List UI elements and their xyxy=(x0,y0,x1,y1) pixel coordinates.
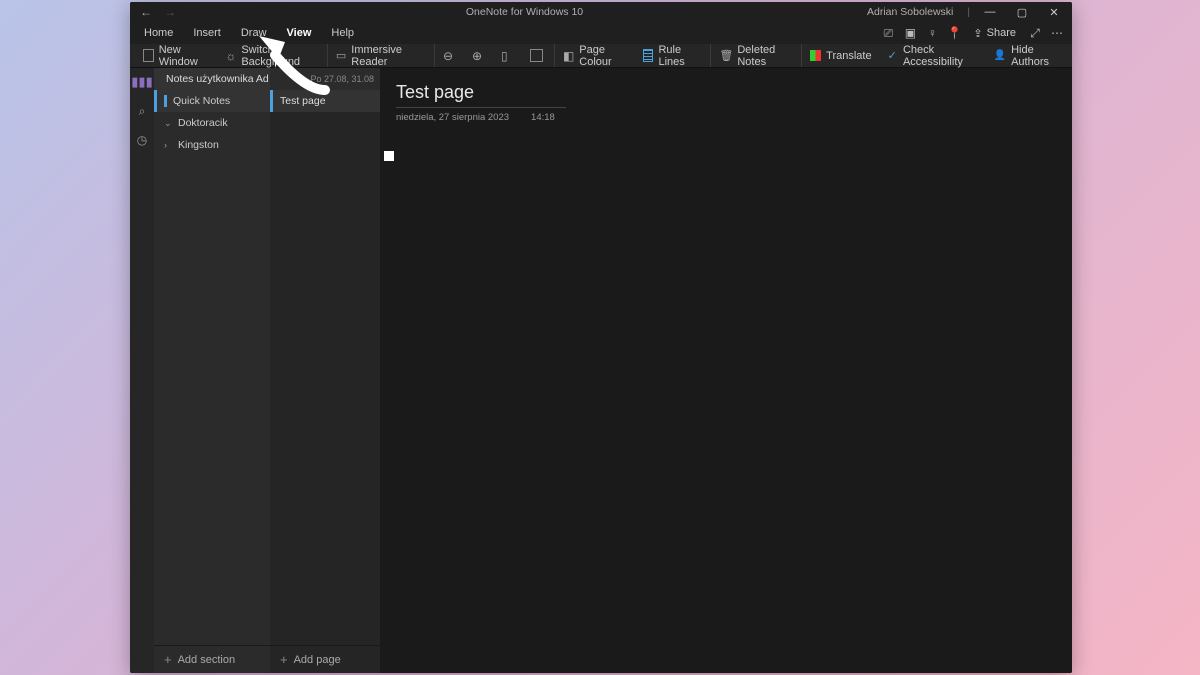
pages-pane: Po 27.08, 31.08 Test page + Add page xyxy=(270,68,380,673)
page-colour-icon xyxy=(563,49,574,62)
maximize-icon[interactable]: ▢ xyxy=(1008,6,1036,19)
share-label: Share xyxy=(987,27,1016,39)
recent-icon[interactable]: ◷ xyxy=(137,133,147,147)
section-label: Doktoracik xyxy=(178,117,228,129)
section-label: Kingston xyxy=(178,139,219,151)
page-date: niedziela, 27 sierpnia 2023 xyxy=(396,112,509,123)
window-controls: — ▢ ✕ xyxy=(976,6,1068,19)
hide-authors-icon xyxy=(994,49,1006,62)
page-canvas[interactable]: Test page niedziela, 27 sierpnia 2023 14… xyxy=(380,68,1072,673)
add-section-label: Add section xyxy=(178,654,235,666)
add-section-button[interactable]: + Add section xyxy=(154,645,270,673)
page-content: Test page niedziela, 27 sierpnia 2023 14… xyxy=(396,82,1056,161)
app-title: OneNote for Windows 10 xyxy=(182,6,867,18)
add-page-button[interactable]: + Add page xyxy=(270,645,380,673)
hide-authors-button[interactable]: Hide Authors xyxy=(987,44,1066,67)
page-item-label: Test page xyxy=(280,95,326,107)
share-icon: ⇪ xyxy=(973,27,982,40)
check-accessibility-label: Check Accessibility xyxy=(903,44,978,68)
menu-bar: Home Insert Draw View Help ⎚ ▣ ♀ 📍 ⇪ Sha… xyxy=(130,22,1072,44)
zoom-in-icon xyxy=(472,49,485,62)
zoom-out-button[interactable] xyxy=(434,44,463,67)
new-window-icon xyxy=(143,49,154,62)
deleted-notes-button[interactable]: Deleted Notes xyxy=(710,44,797,67)
new-window-label: New Window xyxy=(159,44,210,68)
page-width-icon xyxy=(530,49,543,62)
notebooks-icon[interactable]: ▮▮▮ xyxy=(131,74,152,90)
user-name[interactable]: Adrian Sobolewski xyxy=(867,6,961,18)
page-datetime: niedziela, 27 sierpnia 2023 14:18 xyxy=(396,112,1056,123)
menu-help[interactable]: Help xyxy=(321,24,364,42)
page-title[interactable]: Test page xyxy=(396,82,566,108)
app-body: ▮▮▮ ⌕ ◷ Notes użytkownika Ad… ≡ Quick No… xyxy=(130,68,1072,673)
notebook-header[interactable]: Notes użytkownika Ad… ≡ xyxy=(154,68,270,90)
page-item-test[interactable]: Test page xyxy=(270,90,380,112)
more-icon[interactable]: ⋯ xyxy=(1046,26,1068,40)
section-label: Quick Notes xyxy=(173,95,230,107)
chevron-right-icon: › xyxy=(164,140,172,150)
fullscreen-icon[interactable]: ⤢ xyxy=(1024,26,1046,41)
switch-background-button[interactable]: Switch Background xyxy=(218,44,323,67)
switch-background-label: Switch Background xyxy=(241,44,316,68)
search-icon[interactable]: ⌕ xyxy=(139,104,146,119)
deleted-notes-label: Deleted Notes xyxy=(737,44,790,68)
translate-icon xyxy=(810,50,821,61)
zoom-in-button[interactable] xyxy=(465,44,492,67)
forward-icon[interactable]: → xyxy=(164,5,176,19)
section-quick-notes[interactable]: Quick Notes xyxy=(154,90,270,112)
separator: | xyxy=(961,7,976,18)
plus-icon: + xyxy=(164,652,172,667)
pages-header-meta: Po 27.08, 31.08 xyxy=(270,68,380,90)
fullpage-icon[interactable]: ▣ xyxy=(899,26,921,40)
page-width-button[interactable] xyxy=(523,44,550,67)
back-icon[interactable]: ← xyxy=(140,5,152,19)
menu-view[interactable]: View xyxy=(277,24,322,42)
check-accessibility-button[interactable]: Check Accessibility xyxy=(881,44,985,67)
plus-icon: + xyxy=(280,652,288,667)
menu-draw[interactable]: Draw xyxy=(231,24,277,42)
immersive-reader-button[interactable]: Immersive Reader xyxy=(327,44,430,67)
section-kingston[interactable]: › Kingston xyxy=(154,134,270,156)
zoom-out-icon xyxy=(443,49,456,62)
zoom-100-button[interactable] xyxy=(494,44,521,67)
rule-lines-button[interactable]: Rule Lines xyxy=(636,44,706,67)
translate-label: Translate xyxy=(826,50,871,62)
book-icon xyxy=(336,49,346,62)
new-window-button[interactable]: New Window xyxy=(136,44,216,67)
share-button[interactable]: ⇪ Share xyxy=(965,25,1024,42)
trash-icon xyxy=(719,49,732,62)
ribbon: New Window Switch Background Immersive R… xyxy=(130,44,1072,68)
title-bar: ← → OneNote for Windows 10 Adrian Sobole… xyxy=(130,2,1072,22)
translate-button[interactable]: Translate xyxy=(801,44,878,67)
rule-lines-icon xyxy=(643,49,654,62)
page-time: 14:18 xyxy=(531,112,555,123)
page-colour-button[interactable]: Page Colour xyxy=(554,44,634,67)
pin-icon[interactable]: 📍 xyxy=(943,26,965,40)
sections-pane: Notes użytkownika Ad… ≡ Quick Notes ⌄ Do… xyxy=(154,68,270,673)
page-colour-label: Page Colour xyxy=(579,44,627,68)
onenote-window: ← → OneNote for Windows 10 Adrian Sobole… xyxy=(130,2,1072,673)
add-page-label: Add page xyxy=(294,654,341,666)
chevron-down-icon: ⌄ xyxy=(164,118,172,129)
nav-rail: ▮▮▮ ⌕ ◷ xyxy=(130,68,154,673)
text-cursor-block xyxy=(384,151,394,161)
menu-insert[interactable]: Insert xyxy=(183,24,231,42)
meeting-icon[interactable]: ⎚ xyxy=(877,26,899,41)
accessibility-icon xyxy=(888,49,898,62)
rule-lines-label: Rule Lines xyxy=(658,44,699,68)
immersive-reader-label: Immersive Reader xyxy=(351,44,423,68)
hide-authors-label: Hide Authors xyxy=(1011,44,1059,68)
notebook-name: Notes użytkownika Ad… xyxy=(166,73,270,85)
section-colour-tab xyxy=(164,95,167,107)
menu-home[interactable]: Home xyxy=(134,24,183,42)
bulb-icon[interactable]: ♀ xyxy=(921,26,943,40)
close-icon[interactable]: ✕ xyxy=(1040,6,1068,19)
minimize-icon[interactable]: — xyxy=(976,6,1004,19)
section-doktoracik[interactable]: ⌄ Doktoracik xyxy=(154,112,270,134)
nav-arrows: ← → xyxy=(134,5,182,19)
sun-icon xyxy=(225,49,236,62)
page-icon xyxy=(501,49,514,62)
